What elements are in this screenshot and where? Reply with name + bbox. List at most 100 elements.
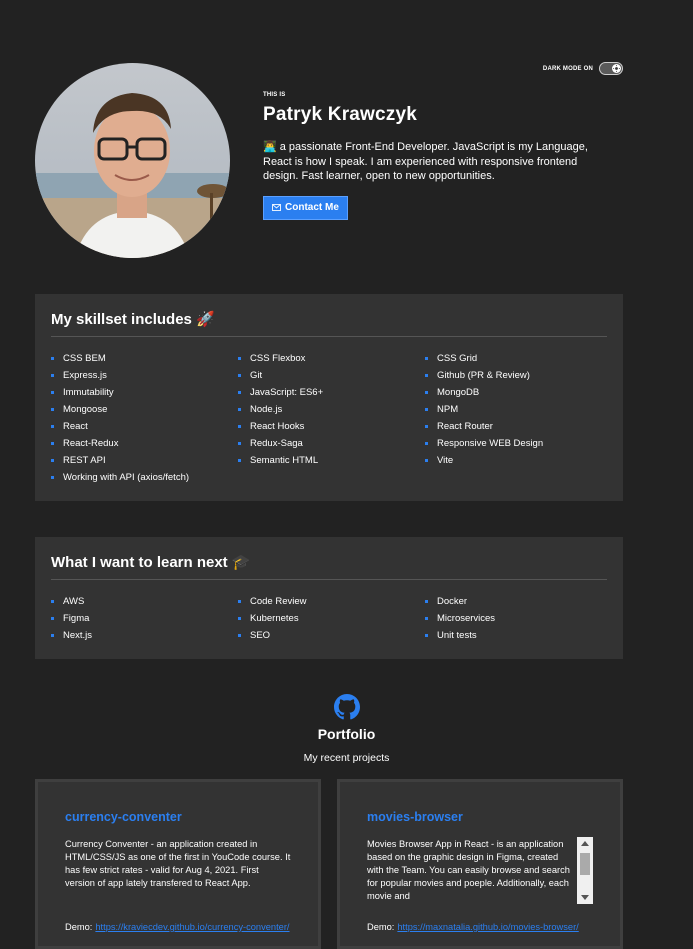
bullet-icon bbox=[425, 425, 428, 428]
bullet-icon bbox=[51, 634, 54, 637]
bullet-icon bbox=[425, 374, 428, 377]
bullet-icon bbox=[238, 391, 241, 394]
list-item: SEO bbox=[238, 630, 425, 641]
bullet-icon bbox=[425, 357, 428, 360]
list-item: Working with API (axios/fetch) bbox=[51, 472, 238, 483]
project-description: Movies Browser App in React - is an appl… bbox=[367, 839, 570, 901]
github-icon bbox=[333, 694, 360, 720]
list-item: Github (PR & Review) bbox=[425, 370, 605, 381]
project-demo: Demo: https://kraviecdev.github.io/curre… bbox=[65, 922, 290, 932]
list-item: Next.js bbox=[51, 630, 238, 641]
demo-link[interactable]: https://maxnatalia.github.io/movies-brow… bbox=[397, 922, 578, 932]
list-item: AWS bbox=[51, 596, 238, 607]
list-item: Vite bbox=[425, 455, 605, 466]
list-item: Node.js bbox=[238, 404, 425, 415]
project-title: movies-browser bbox=[367, 810, 463, 824]
learn-next-panel: What I want to learn next 🎓 AWS Code Rev… bbox=[35, 537, 623, 659]
portfolio-title: Portfolio bbox=[317, 726, 376, 742]
bullet-icon bbox=[51, 425, 54, 428]
demo-label: Demo: bbox=[367, 922, 395, 932]
list-item: Mongoose bbox=[51, 404, 238, 415]
bullet-icon bbox=[425, 634, 428, 637]
mail-icon bbox=[272, 204, 281, 211]
list-item: CSS BEM bbox=[51, 353, 238, 364]
list-item: Express.js bbox=[51, 370, 238, 381]
bullet-icon bbox=[51, 442, 54, 445]
learn-next-list: AWS Code Review Docker Figma Kubernetes … bbox=[51, 596, 607, 641]
list-item: Kubernetes bbox=[238, 613, 425, 624]
project-title: currency-conventer bbox=[65, 810, 182, 824]
developer-name: Patryk Krawczyk bbox=[263, 104, 418, 125]
list-item: Semantic HTML bbox=[238, 455, 425, 466]
bullet-icon bbox=[238, 634, 241, 637]
list-item: Unit tests bbox=[425, 630, 605, 641]
description-scrollbar[interactable] bbox=[577, 837, 593, 904]
list-item: Microservices bbox=[425, 613, 605, 624]
bullet-icon bbox=[425, 408, 428, 411]
dark-mode-label: DARK MODE ON bbox=[542, 65, 593, 72]
sun-icon bbox=[612, 64, 621, 73]
bullet-icon bbox=[238, 617, 241, 620]
bullet-icon bbox=[51, 357, 54, 360]
bullet-icon bbox=[238, 425, 241, 428]
bullet-icon bbox=[51, 459, 54, 462]
bullet-icon bbox=[51, 391, 54, 394]
project-card: currency-conventer Currency Conventer - … bbox=[35, 779, 321, 949]
list-item: Redux-Saga bbox=[238, 438, 425, 449]
portfolio-subtitle: My recent projects bbox=[303, 752, 390, 764]
bullet-icon bbox=[425, 617, 428, 620]
list-item: Code Review bbox=[238, 596, 425, 607]
dark-mode-toggle[interactable] bbox=[599, 62, 623, 75]
intro-description: 👨‍💻 a passionate Front-End Developer. Ja… bbox=[263, 141, 588, 182]
list-item: Immutability bbox=[51, 387, 238, 398]
hero-section: THIS IS Patryk Krawczyk 👨‍💻 a passionate… bbox=[263, 92, 623, 220]
bullet-icon bbox=[238, 357, 241, 360]
bullet-icon bbox=[51, 408, 54, 411]
list-item: REST API bbox=[51, 455, 238, 466]
bullet-icon bbox=[425, 391, 428, 394]
learn-next-title: What I want to learn next 🎓 bbox=[51, 553, 607, 580]
list-item: React-Redux bbox=[51, 438, 238, 449]
bullet-icon bbox=[238, 408, 241, 411]
bullet-icon bbox=[425, 600, 428, 603]
skillset-panel: My skillset includes 🚀 CSS BEM CSS Flexb… bbox=[35, 294, 623, 501]
list-item: Figma bbox=[51, 613, 238, 624]
list-item: React bbox=[51, 421, 238, 432]
portfolio-header: Portfolio My recent projects bbox=[0, 694, 693, 764]
list-item: React Router bbox=[425, 421, 605, 432]
demo-link[interactable]: https://kraviecdev.github.io/currency-co… bbox=[95, 922, 289, 932]
list-item: Responsive WEB Design bbox=[425, 438, 605, 449]
skillset-list: CSS BEM CSS Flexbox CSS Grid Express.js … bbox=[51, 353, 607, 483]
bullet-icon bbox=[238, 459, 241, 462]
bullet-icon bbox=[51, 600, 54, 603]
contact-me-label: Contact Me bbox=[285, 202, 339, 213]
dark-mode-toggle-group: DARK MODE ON bbox=[543, 62, 623, 75]
list-item: NPM bbox=[425, 404, 605, 415]
list-item: CSS Flexbox bbox=[238, 353, 425, 364]
bullet-icon bbox=[51, 374, 54, 377]
bullet-icon bbox=[425, 442, 428, 445]
bullet-icon bbox=[51, 617, 54, 620]
list-item: JavaScript: ES6+ bbox=[238, 387, 425, 398]
scroll-down-icon[interactable] bbox=[581, 895, 589, 900]
list-item: React Hooks bbox=[238, 421, 425, 432]
bullet-icon bbox=[238, 600, 241, 603]
bullet-icon bbox=[238, 374, 241, 377]
contact-me-button[interactable]: Contact Me bbox=[263, 195, 348, 220]
project-card: movies-browser Movies Browser App in Rea… bbox=[337, 779, 623, 949]
bullet-icon bbox=[51, 476, 54, 479]
scroll-thumb[interactable] bbox=[580, 853, 590, 875]
list-item: CSS Grid bbox=[425, 353, 605, 364]
bullet-icon bbox=[425, 459, 428, 462]
profile-photo bbox=[35, 63, 230, 258]
demo-label: Demo: bbox=[65, 922, 93, 932]
list-item: Docker bbox=[425, 596, 605, 607]
list-item: Git bbox=[238, 370, 425, 381]
scroll-up-icon[interactable] bbox=[581, 841, 589, 846]
list-item: MongoDB bbox=[425, 387, 605, 398]
bullet-icon bbox=[238, 442, 241, 445]
project-description: Currency Conventer - an application crea… bbox=[65, 839, 291, 888]
project-demo: Demo: https://maxnatalia.github.io/movie… bbox=[367, 922, 579, 932]
intro-caption: THIS IS bbox=[263, 92, 286, 98]
skillset-title: My skillset includes 🚀 bbox=[51, 310, 607, 337]
